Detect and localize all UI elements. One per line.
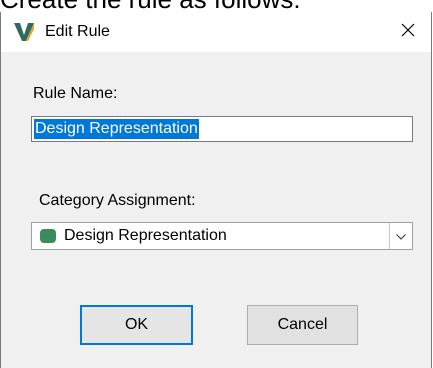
category-color-swatch	[40, 229, 56, 243]
close-icon	[401, 23, 415, 42]
chevron-down-icon	[396, 227, 406, 245]
edit-rule-dialog: Edit Rule Rule Name: Design Representati…	[0, 12, 432, 368]
category-assignment-value: Design Representation	[64, 227, 227, 244]
rule-name-label: Rule Name:	[33, 85, 118, 102]
vault-v-icon	[13, 21, 35, 43]
ok-button[interactable]: OK	[80, 305, 193, 345]
rule-name-value: Design Representation	[34, 119, 199, 139]
close-button[interactable]	[385, 12, 431, 52]
category-assignment-select[interactable]: Design Representation	[31, 222, 413, 250]
title-bar[interactable]: Edit Rule	[1, 12, 431, 52]
category-assignment-label: Category Assignment:	[39, 192, 196, 209]
dropdown-button[interactable]	[389, 223, 412, 249]
cancel-button[interactable]: Cancel	[247, 305, 358, 345]
dialog-title: Edit Rule	[45, 23, 110, 40]
rule-name-input[interactable]: Design Representation	[31, 116, 413, 142]
